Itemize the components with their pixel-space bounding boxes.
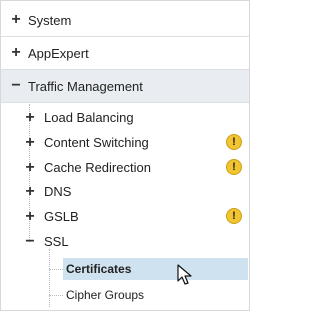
warning-icon: ! xyxy=(226,134,242,150)
tree-connector-line xyxy=(49,295,63,296)
tree-item-label: AppExpert xyxy=(28,45,89,61)
plus-icon[interactable] xyxy=(24,210,36,224)
warning-icon: ! xyxy=(226,159,242,175)
tree-item-certificates[interactable]: Certificates xyxy=(63,258,248,280)
tree-item-traffic-management[interactable]: Traffic Management xyxy=(1,70,249,103)
plus-icon[interactable] xyxy=(24,185,36,199)
warning-icon: ! xyxy=(226,208,242,224)
tree-item-content-switching[interactable]: Content Switching xyxy=(24,130,149,155)
tree-item-label: SSL xyxy=(44,234,69,249)
tree-item-label: Content Switching xyxy=(44,135,149,150)
tree-item-label: GSLB xyxy=(44,209,79,224)
plus-icon[interactable] xyxy=(24,161,36,175)
tree-item-load-balancing[interactable]: Load Balancing xyxy=(24,105,134,130)
tree-item-system[interactable]: System xyxy=(1,4,249,37)
plus-icon[interactable] xyxy=(10,13,22,27)
tree-connector-line xyxy=(49,269,63,270)
plus-icon[interactable] xyxy=(10,46,22,60)
minus-icon[interactable] xyxy=(24,235,36,249)
navigation-tree-panel: System AppExpert Traffic Management Load… xyxy=(0,0,250,311)
tree-item-dns[interactable]: DNS xyxy=(24,179,71,204)
tree-item-label: Certificates xyxy=(66,262,132,276)
tree-item-cache-redirection[interactable]: Cache Redirection xyxy=(24,155,151,180)
tree-item-label: Cache Redirection xyxy=(44,160,151,175)
tree-item-label: Traffic Management xyxy=(28,78,143,94)
tree-connector-line xyxy=(49,249,50,307)
plus-icon[interactable] xyxy=(24,111,36,125)
mouse-pointer-icon xyxy=(177,264,192,285)
tree-item-label: System xyxy=(28,12,72,28)
tree-item-appexpert[interactable]: AppExpert xyxy=(1,37,249,70)
tree-item-label: Cipher Groups xyxy=(66,288,145,302)
tree-item-cipher-groups[interactable]: Cipher Groups xyxy=(63,284,144,306)
tree-item-label: DNS xyxy=(44,184,72,199)
tree-item-ssl[interactable]: SSL xyxy=(24,229,69,254)
plus-icon[interactable] xyxy=(24,136,36,150)
minus-icon[interactable] xyxy=(10,79,22,93)
tree-item-gslb[interactable]: GSLB xyxy=(24,204,79,229)
tree-item-label: Load Balancing xyxy=(44,110,134,125)
